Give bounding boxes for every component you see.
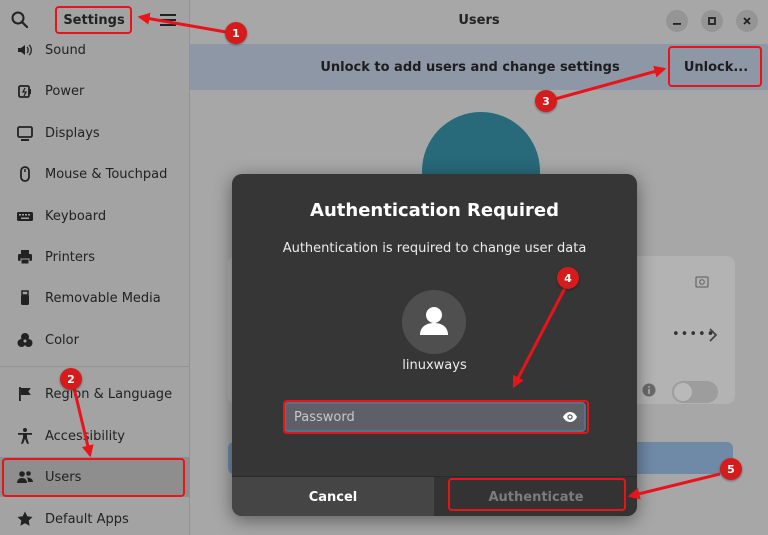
sidebar-item-label: Region & Language: [45, 386, 173, 402]
sidebar-item-sound[interactable]: Sound: [0, 30, 190, 70]
sidebar-item-removable-media[interactable]: Removable Media: [0, 278, 190, 318]
sidebar-item-region-language[interactable]: Region & Language: [0, 374, 190, 414]
sidebar-item-label: Sound: [45, 42, 86, 58]
person-icon: [420, 307, 448, 335]
sidebar-item-printers[interactable]: Printers: [0, 237, 190, 277]
accessibility-icon: [18, 428, 32, 444]
sidebar-divider: [0, 366, 190, 367]
sidebar-item-label: Keyboard: [45, 208, 107, 224]
power-icon: [18, 85, 31, 98]
maximize-button[interactable]: [701, 10, 723, 32]
toggle-knob: [674, 383, 692, 401]
info-icon: [642, 383, 656, 397]
minimize-button[interactable]: [666, 10, 688, 32]
search-icon[interactable]: [10, 10, 30, 30]
highlight-users: [2, 458, 185, 497]
sidebar-item-power[interactable]: Power: [0, 71, 190, 111]
sidebar-item-color[interactable]: Color: [0, 320, 190, 360]
speaker-icon: [18, 44, 32, 56]
highlight-password: [283, 400, 589, 434]
edit-avatar-icon[interactable]: [694, 274, 710, 290]
sidebar-item-label: Displays: [45, 125, 100, 141]
display-icon: [17, 126, 33, 141]
highlight-authenticate: [448, 478, 626, 511]
close-icon: [743, 17, 751, 25]
sidebar-item-label: Removable Media: [45, 290, 161, 306]
maximize-icon: [708, 17, 716, 25]
cancel-button[interactable]: Cancel: [232, 477, 434, 516]
sidebar-item-label: Accessibility: [45, 428, 125, 444]
hamburger-menu-icon[interactable]: [160, 13, 176, 27]
chevron-right-icon[interactable]: [708, 328, 718, 342]
color-icon: [17, 333, 33, 347]
sidebar: Settings Sound Power Displays Mouse & To…: [0, 0, 190, 535]
minimize-icon: [673, 23, 681, 25]
annotation-badge-4: 4: [557, 267, 579, 289]
sidebar-item-label: Power: [45, 83, 85, 99]
sidebar-item-label: Printers: [45, 249, 96, 265]
sidebar-item-mouse-touchpad[interactable]: Mouse & Touchpad: [0, 154, 190, 194]
sidebar-item-label: Default Apps: [45, 511, 129, 527]
star-icon: [17, 511, 33, 526]
usb-icon: [21, 290, 29, 305]
sidebar-item-displays[interactable]: Displays: [0, 113, 190, 153]
titlebar: Users: [190, 0, 768, 40]
infobar-text: Unlock to add users and change settings: [320, 59, 620, 75]
annotation-badge-1: 1: [225, 22, 247, 44]
printer-icon: [18, 250, 32, 265]
user-avatar: [402, 290, 466, 354]
annotation-badge-2: 2: [60, 368, 82, 390]
sidebar-item-accessibility[interactable]: Accessibility: [0, 416, 190, 456]
highlight-unlock: [668, 46, 762, 87]
sidebar-item-keyboard[interactable]: Keyboard: [0, 196, 190, 236]
sidebar-item-label: Color: [45, 332, 79, 348]
username-label: linuxways: [402, 358, 467, 373]
highlight-settings: [55, 6, 132, 34]
flag-icon: [19, 387, 31, 401]
sidebar-item-label: Mouse & Touchpad: [45, 166, 168, 182]
annotation-badge-3: 3: [535, 90, 557, 112]
keyboard-icon: [17, 212, 33, 221]
close-button[interactable]: [736, 10, 758, 32]
dialog-title: Authentication Required: [310, 200, 559, 221]
mouse-icon: [20, 166, 30, 182]
sidebar-item-default-apps[interactable]: Default Apps: [0, 499, 190, 535]
annotation-badge-5: 5: [720, 458, 742, 480]
authentication-dialog: Authentication Required Authentication i…: [232, 174, 637, 516]
dialog-message: Authentication is required to change use…: [282, 241, 587, 256]
